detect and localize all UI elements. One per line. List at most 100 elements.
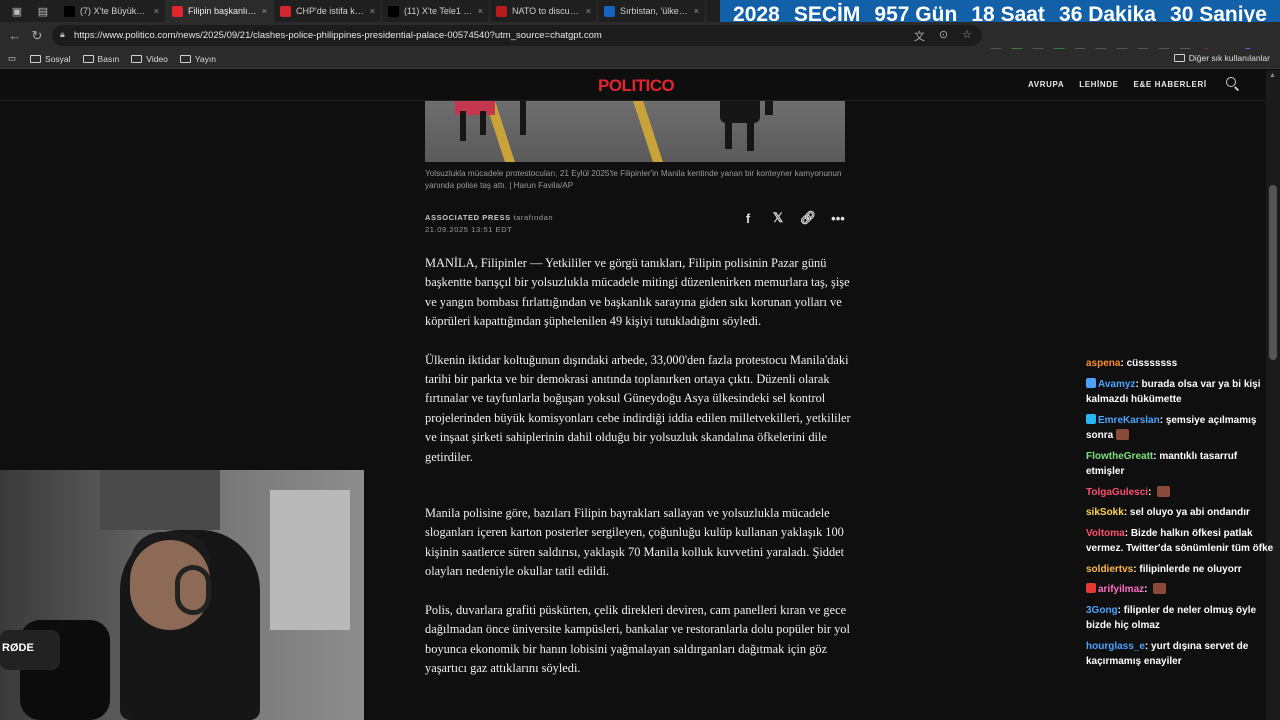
article-paragraph: Ülkenin iktidar koltuğunun dışındaki arb… [425,352,851,464]
stream-chat-overlay: aspena: cüsssssss Avamyz: burada olsa var… [1086,356,1276,720]
folder-icon [30,54,42,63]
browser-tab[interactable]: NATO to discuss R × [490,0,598,22]
browser-tab[interactable]: (7) X'te Büyükşehir × [58,0,166,22]
webcam-overlay: RØDE [0,470,364,720]
close-tab-icon[interactable]: × [154,6,159,16]
lock-icon[interactable]: 🔒︎ [60,29,65,40]
bookmarks-bar: ▭ Sosyal Basın Video Yayın Diğer sık kul… [0,49,1280,69]
chat-text: cüsssssss [1126,358,1178,369]
chat-badge-icon [1086,377,1096,388]
url-actions: 文 ⊙ ☆ [914,28,972,44]
close-tab-icon[interactable]: × [370,6,375,16]
chat-username[interactable]: sikSokk [1086,507,1124,518]
tab-title: Filipin başkanlık sa [188,6,258,16]
tab-actions-icon[interactable]: ▤ [34,4,52,18]
x-logo-icon [64,5,75,17]
scrollbar-thumb[interactable] [1269,185,1277,360]
byline: ASSOCIATED PRESS tarafından 21.09.2025 1… [425,212,553,236]
chat-message: TolgaGulesci: [1086,485,1276,501]
tab-title: (11) X'te Tele1 TV: [404,6,474,16]
bookmark-folder-basin[interactable]: Basın [82,54,119,64]
scroll-up-icon[interactable]: ▲ [1269,72,1276,79]
bookmark-apps-icon[interactable]: ▭ [8,53,16,64]
close-tab-icon[interactable]: × [262,6,267,16]
chat-username[interactable]: EmreKarslan [1098,415,1160,426]
address-bar-row: ← ↻ 🔒︎ https://www.politico.com/news/202… [0,22,1280,60]
chat-message: hourglass_e: yurt dışına servet de kaçır… [1086,640,1249,668]
copy-link-icon[interactable]: 🔗︎ [800,210,817,226]
url-field[interactable]: 🔒︎ https://www.politico.com/news/2025/09… [52,25,982,46]
chat-username[interactable]: aspena [1086,358,1120,369]
close-tab-icon[interactable]: × [694,6,699,16]
nav-item-ee-haberleri[interactable]: E&E HABERLERİ [1134,80,1207,89]
chat-username[interactable]: hourglass_e [1086,641,1145,652]
folder-icon [131,54,143,63]
refresh-icon[interactable]: ↻ [26,25,48,47]
site-header: POLITICO AVRUPA LEHİNDE E&E HABERLERİ [0,70,1266,101]
other-favorites[interactable]: Diğer sık kullanılanlar [1173,53,1270,63]
article-date: 21.09.2025 13:51 EDT [425,225,513,234]
chat-message: aspena: cüsssssss [1086,358,1178,369]
chat-message: Voltoma: Bizde halkın öfkesi patlak verm… [1086,527,1274,555]
chat-text: filipinlerde ne oluyorr [1139,563,1242,575]
politico-logo[interactable]: POLITICO [598,76,675,96]
mic-brand-label: RØDE [2,642,34,654]
chat-emote-icon [1157,485,1171,497]
browser-tab[interactable]: Sırbistan, 'ülkenin × [598,0,706,22]
byline-author[interactable]: ASSOCIATED PRESS [425,213,511,222]
chat-message: Avamyz: burada olsa var ya bi kişi kalma… [1086,377,1261,405]
close-tab-icon[interactable]: × [586,6,591,16]
back-icon[interactable]: ← [4,25,26,47]
facebook-icon[interactable]: f [740,210,756,226]
workspaces-icon[interactable]: ▣ [8,4,26,18]
article-photo [425,101,845,162]
share-buttons: f 𝕏 🔗︎ ••• [740,210,846,226]
chat-username[interactable]: TolgaGulesci [1086,487,1148,498]
chat-badge-icon [1086,583,1096,593]
more-options-icon[interactable]: ••• [830,210,846,226]
chat-username[interactable]: FlowtheGreatt [1086,451,1153,462]
favorite-star-icon[interactable]: ☆ [962,28,972,44]
chat-username[interactable]: soldiertvs [1086,564,1133,575]
browser-tab[interactable]: Filipin başkanlık sa × [166,0,274,22]
headset-icon [175,565,211,615]
article-body: MANİLA, Filipinler — Yetkililer ve görgü… [425,254,855,697]
photo-caption: Yolsuzlukla mücadele protestocuları, 21 … [425,169,842,190]
x-share-icon[interactable]: 𝕏 [770,210,786,226]
bookmark-folder-yayin[interactable]: Yayın [179,54,216,64]
globe-icon [496,5,507,17]
search-icon[interactable] [1226,77,1240,91]
browser-tab[interactable]: (11) X'te Tele1 TV: × [382,0,490,22]
browser-window: ▣ ▤ (7) X'te Büyükşehir × Filipin başkanlı… [0,0,1280,720]
translate-icon[interactable]: 文 [914,28,925,44]
byline-suffix: tarafından [513,213,554,222]
tab-title: Sırbistan, 'ülkenin [620,6,690,16]
chat-message: sikSokk: sel oluyo ya abi ondandır [1086,507,1250,518]
article-paragraph: Polis, duvarlara grafiti püskürten, çeli… [425,602,850,675]
folder-icon [1173,54,1185,62]
tab-title: NATO to discuss R [512,6,582,16]
chat-text: sel oluyo ya abi ondandır [1129,507,1250,518]
nav-item-lehinde[interactable]: LEHİNDE [1079,80,1118,89]
tv-icon [280,5,291,17]
nav-item-avrupa[interactable]: AVRUPA [1028,80,1064,89]
folder-icon [179,54,191,63]
url-text: https://www.politico.com/news/2025/09/21… [74,30,602,41]
browser-tab[interactable]: CHP'de istifa krizi: × [274,0,382,22]
close-tab-icon[interactable]: × [478,6,483,16]
chat-username[interactable]: arifyilmaz [1098,584,1144,595]
chat-username[interactable]: Avamyz [1098,379,1135,390]
bookmark-folder-sosyal[interactable]: Sosyal [30,54,71,64]
politico-icon [172,5,183,17]
folder-icon [82,54,94,63]
chat-username[interactable]: Voltoma [1086,528,1125,539]
reader-icon[interactable]: ⊙ [939,28,948,44]
chat-badge-icon [1086,413,1096,424]
article-paragraph: Manila polisine göre, bazıları Filipin b… [425,506,845,579]
chat-message: 3Gong: filipnler de neler olmuş öyle biz… [1086,604,1257,632]
chat-emote-icon [1153,583,1167,594]
bookmark-folder-video[interactable]: Video [131,54,168,64]
chat-username[interactable]: 3Gong [1086,605,1118,616]
site-nav: AVRUPA LEHİNDE E&E HABERLERİ [1028,80,1207,89]
tabs: (7) X'te Büyükşehir × Filipin başkanlık sa… [58,0,706,22]
